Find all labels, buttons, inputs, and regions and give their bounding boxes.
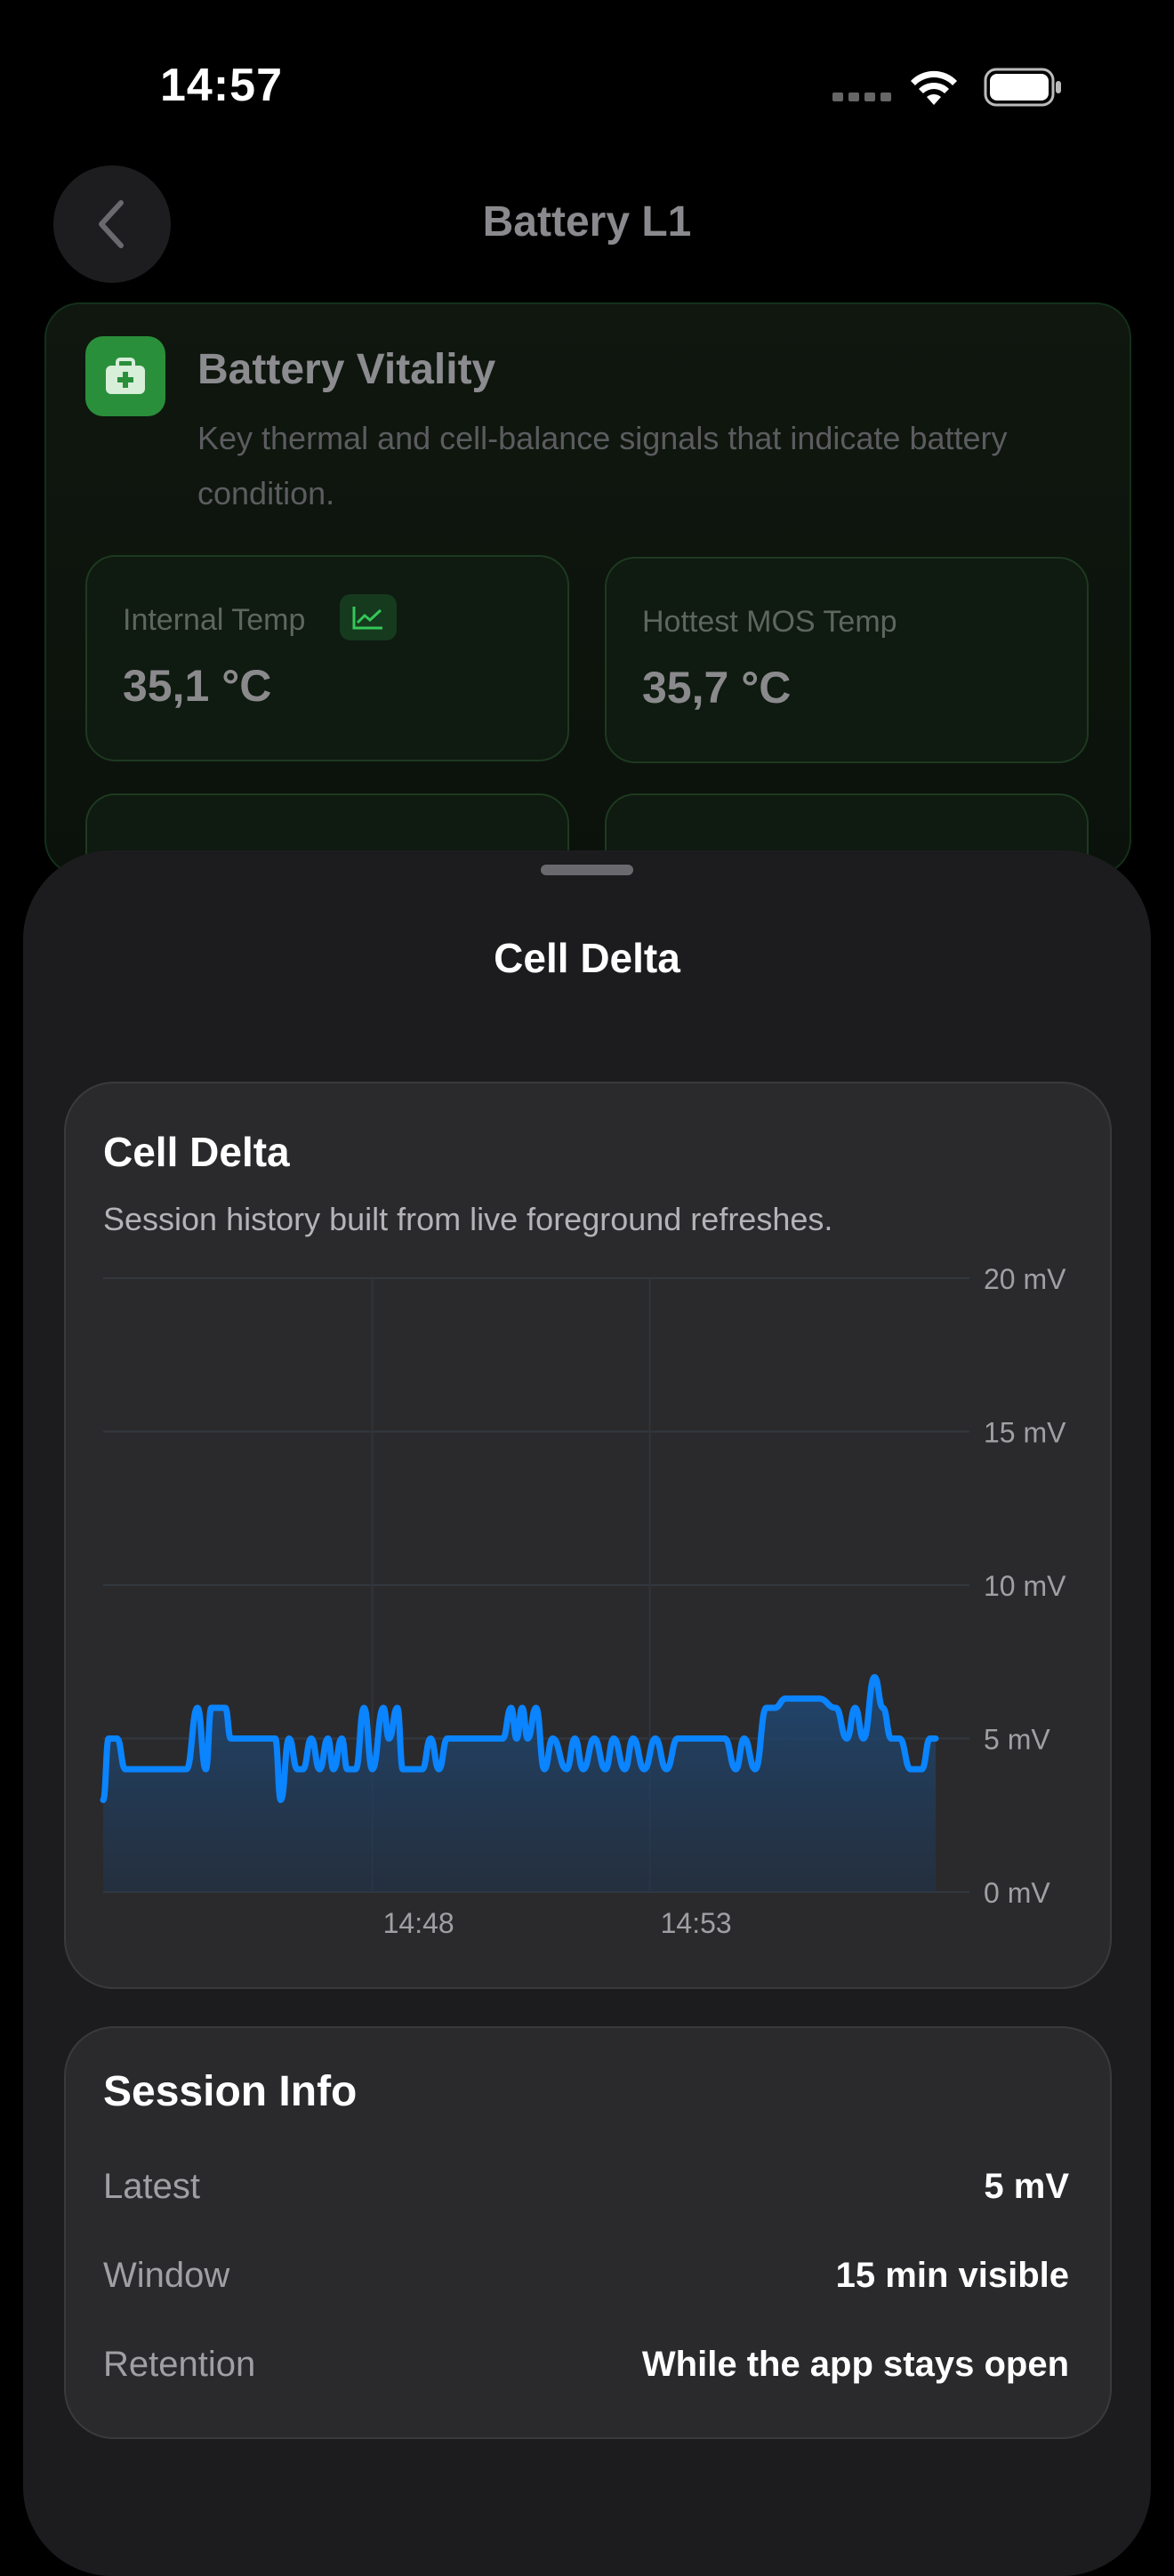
cell-delta-chart: 20 mV 15 mV 10 mV 5 mV 0 mV 14:48 14:53	[100, 1263, 1066, 1939]
y-tick-label: 15 mV	[984, 1417, 1066, 1449]
x-tick-label: 14:48	[383, 1907, 454, 1939]
info-value: While the app stays open	[641, 2345, 1069, 2384]
info-row-window: Window 15 min visible	[103, 2256, 1069, 2309]
info-label: Latest	[103, 2167, 200, 2206]
info-label: Window	[103, 2256, 230, 2295]
info-label: Retention	[103, 2345, 256, 2384]
session-info-title: Session Info	[103, 2068, 358, 2115]
y-tick-label: 0 mV	[984, 1877, 1050, 1909]
info-row-retention: Retention While the app stays open	[103, 2345, 1069, 2398]
y-tick-label: 5 mV	[984, 1724, 1050, 1756]
y-tick-label: 20 mV	[984, 1263, 1066, 1295]
info-row-latest: Latest 5 mV	[103, 2167, 1069, 2220]
info-value: 5 mV	[984, 2167, 1069, 2206]
x-tick-label: 14:53	[661, 1907, 732, 1939]
y-tick-label: 10 mV	[984, 1570, 1066, 1602]
info-value: 15 min visible	[835, 2256, 1069, 2295]
